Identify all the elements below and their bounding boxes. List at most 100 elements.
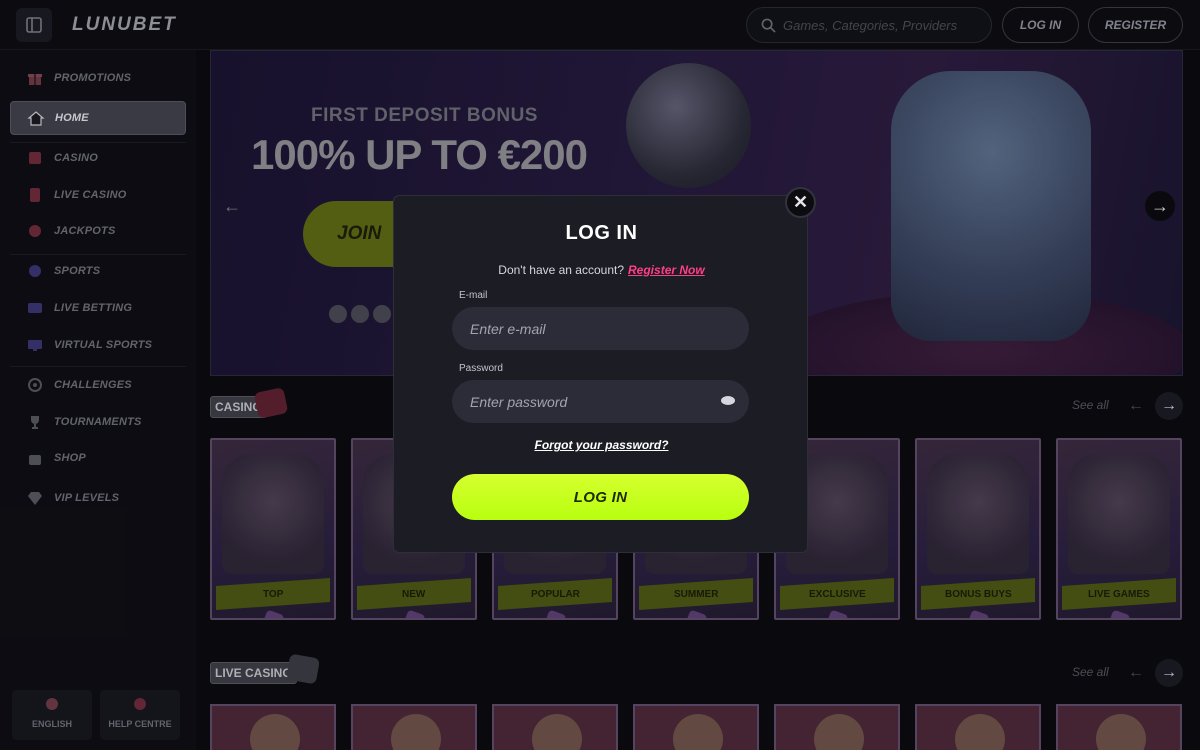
card-ribbon: LIVE GAMES [1062, 578, 1176, 610]
search-placeholder: Games, Categories, Providers [783, 18, 958, 33]
slot-machine-icon [253, 387, 289, 419]
header-login-button[interactable]: LOG IN [1002, 7, 1079, 43]
card-badge-icon [966, 609, 990, 618]
ball-icon [26, 262, 44, 280]
monitor-icon [26, 336, 44, 354]
card-badge-icon [261, 609, 285, 618]
email-field[interactable] [452, 307, 749, 350]
live-game-card[interactable] [915, 704, 1041, 750]
sidebar-item-casino[interactable]: CASINO [10, 141, 186, 175]
password-field[interactable] [452, 380, 749, 423]
dealer-avatar [814, 714, 864, 750]
dealer-avatar [250, 714, 300, 750]
sidebar-item-sports[interactable]: SPORTS [10, 254, 186, 288]
category-card-live-games[interactable]: LIVE GAMES [1056, 438, 1182, 620]
register-now-link[interactable]: Register Now [628, 263, 705, 277]
casino-next-arrow-icon[interactable]: → [1155, 392, 1183, 420]
login-modal-title: LOG IN [565, 222, 638, 244]
no-account-text: Don't have an account? Register Now [498, 263, 705, 277]
login-modal: LOG IN Don't have an account? Register No… [393, 195, 808, 553]
banner-title: 100% UP TO €200 [251, 131, 588, 178]
playing-cards-icon [285, 653, 321, 685]
card-badge-icon [543, 609, 567, 618]
live-game-card[interactable] [1056, 704, 1182, 750]
home-icon [27, 109, 45, 127]
sidebar-item-vip-levels[interactable]: VIP LEVELS [10, 481, 186, 515]
sidebar-toggle-button[interactable] [16, 8, 52, 42]
close-icon[interactable]: ✕ [785, 187, 816, 218]
logo[interactable]: LUNUBET [72, 14, 177, 36]
casino-icon [26, 149, 44, 167]
help-icon [134, 698, 146, 710]
mastercard-icon [351, 305, 369, 323]
banner-astronaut-art [891, 71, 1091, 341]
language-selector[interactable]: ENGLISH [12, 690, 92, 740]
card-ribbon: POPULAR [498, 578, 612, 610]
visa-icon [329, 305, 347, 323]
dealer-avatar [955, 714, 1005, 750]
live-game-card[interactable] [633, 704, 759, 750]
payment-icons [329, 305, 391, 323]
flag-icon [46, 698, 58, 710]
top-bar: LUNUBET Games, Categories, Providers LOG… [0, 0, 1200, 50]
casino-prev-arrow-icon[interactable]: ← [1122, 392, 1150, 420]
card-badge-icon [402, 609, 426, 618]
bank-icon [373, 305, 391, 323]
card-ribbon: SUMMER [639, 578, 753, 610]
target-icon [26, 376, 44, 394]
header-register-button[interactable]: REGISTER [1088, 7, 1183, 43]
password-label: Password [459, 363, 503, 374]
sidebar: PROMOTIONS HOME CASINO LIVE CASINO JACKP… [0, 50, 196, 750]
card-ribbon: TOP [216, 578, 330, 610]
banner-prev-arrow-icon[interactable]: ← [217, 191, 247, 221]
live-casino-see-all-link[interactable]: See all [1072, 665, 1109, 679]
live-game-card[interactable] [492, 704, 618, 750]
sidebar-item-home[interactable]: HOME [10, 101, 186, 135]
sidebar-item-promotions[interactable]: PROMOTIONS [10, 61, 186, 95]
sidebar-item-live-betting[interactable]: LIVE BETTING [10, 291, 186, 325]
card-ribbon: NEW [357, 578, 471, 610]
search-box[interactable]: Games, Categories, Providers [746, 7, 992, 43]
search-icon [761, 18, 776, 33]
banner-next-arrow-icon[interactable]: → [1145, 191, 1175, 221]
live-casino-prev-arrow-icon[interactable]: ← [1122, 659, 1150, 687]
cards-icon [26, 186, 44, 204]
live-casino-next-arrow-icon[interactable]: → [1155, 659, 1183, 687]
help-centre-button[interactable]: HELP CENTRE [100, 690, 180, 740]
sidebar-item-shop[interactable]: SHOP [10, 441, 186, 475]
banner-soccer-ball-art [626, 63, 751, 188]
login-submit-button[interactable]: LOG IN [452, 474, 749, 520]
jackpot-icon [26, 222, 44, 240]
card-badge-icon [684, 609, 708, 618]
bag-icon [26, 449, 44, 467]
card-ribbon: BONUS BUYS [921, 578, 1035, 610]
category-card-top[interactable]: TOP [210, 438, 336, 620]
dealer-avatar [532, 714, 582, 750]
diamond-icon [26, 489, 44, 507]
card-art [222, 454, 324, 574]
sidebar-item-tournaments[interactable]: TOURNAMENTS [10, 405, 186, 439]
category-card-bonus-buys[interactable]: BONUS BUYS [915, 438, 1041, 620]
email-label: E-mail [459, 290, 488, 301]
casino-see-all-link[interactable]: See all [1072, 398, 1109, 412]
dealer-avatar [673, 714, 723, 750]
sidebar-item-challenges[interactable]: CHALLENGES [10, 368, 186, 402]
dealer-avatar [1096, 714, 1146, 750]
show-password-eye-icon[interactable] [721, 396, 735, 405]
dealer-avatar [391, 714, 441, 750]
sidebar-item-jackpots[interactable]: JACKPOTS [10, 214, 186, 248]
gift-icon [26, 69, 44, 87]
card-art [1068, 454, 1170, 574]
sidebar-item-virtual-sports[interactable]: VIRTUAL SPORTS [10, 328, 186, 362]
sidebar-item-live-casino[interactable]: LIVE CASINO [10, 178, 186, 212]
live-game-card[interactable] [774, 704, 900, 750]
card-ribbon: EXCLUSIVE [780, 578, 894, 610]
forgot-password-link[interactable]: Forgot your password? [394, 438, 809, 452]
card-badge-icon [825, 609, 849, 618]
trophy-icon [26, 413, 44, 431]
live-game-card[interactable] [351, 704, 477, 750]
live-game-card[interactable] [210, 704, 336, 750]
banner-subtitle: FIRST DEPOSIT BONUS [311, 105, 538, 126]
sidebar-toggle-icon [26, 17, 42, 33]
live-icon [26, 299, 44, 317]
